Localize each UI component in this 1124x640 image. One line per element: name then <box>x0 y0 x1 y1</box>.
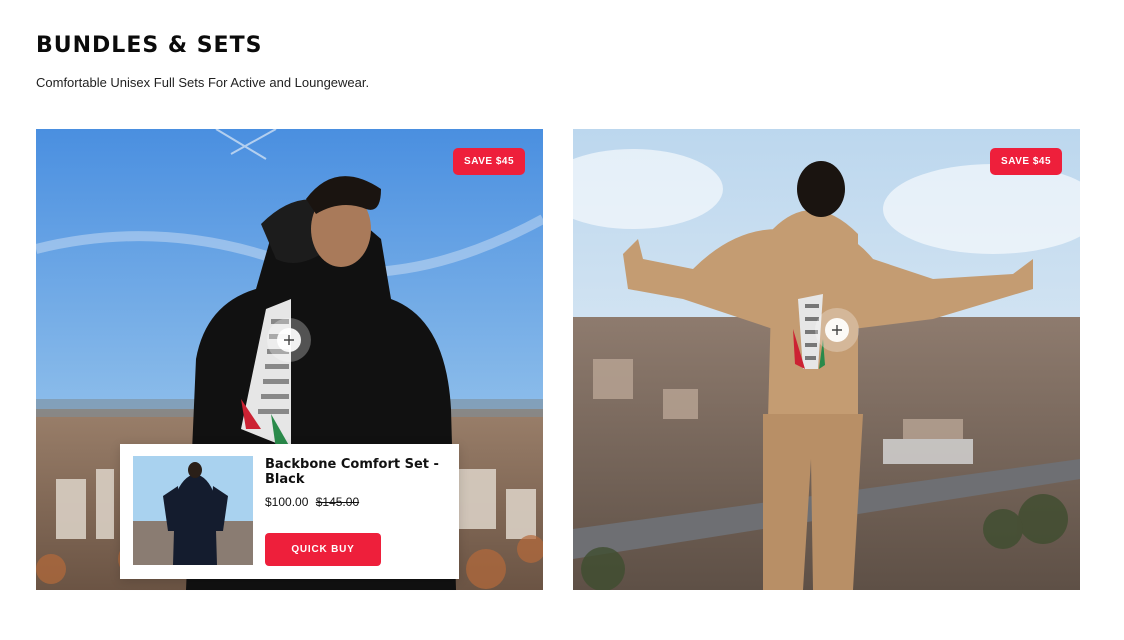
hotspot-button[interactable] <box>267 318 311 362</box>
save-badge: SAVE $45 <box>990 148 1062 175</box>
section-subtitle: Comfortable Unisex Full Sets For Active … <box>36 75 370 90</box>
product-card-backbone-tan[interactable]: SAVE $45 <box>573 129 1080 590</box>
product-price: $100.00 $145.00 <box>265 495 359 509</box>
section-title: BUNDLES & SETS <box>36 33 263 58</box>
product-name[interactable]: Backbone Comfort Set - Black <box>265 457 445 487</box>
product-thumbnail[interactable] <box>133 456 253 565</box>
quick-buy-button[interactable]: QUICK BUY <box>265 533 381 566</box>
sale-price: $100.00 <box>265 495 309 509</box>
save-badge: SAVE $45 <box>453 148 525 175</box>
compare-price: $145.00 <box>315 495 360 509</box>
hotspot-button[interactable] <box>815 308 859 352</box>
product-image[interactable] <box>573 129 1080 590</box>
product-popup: Backbone Comfort Set - Black $100.00 $14… <box>120 444 459 579</box>
plus-icon <box>284 335 294 345</box>
plus-icon <box>832 325 842 335</box>
